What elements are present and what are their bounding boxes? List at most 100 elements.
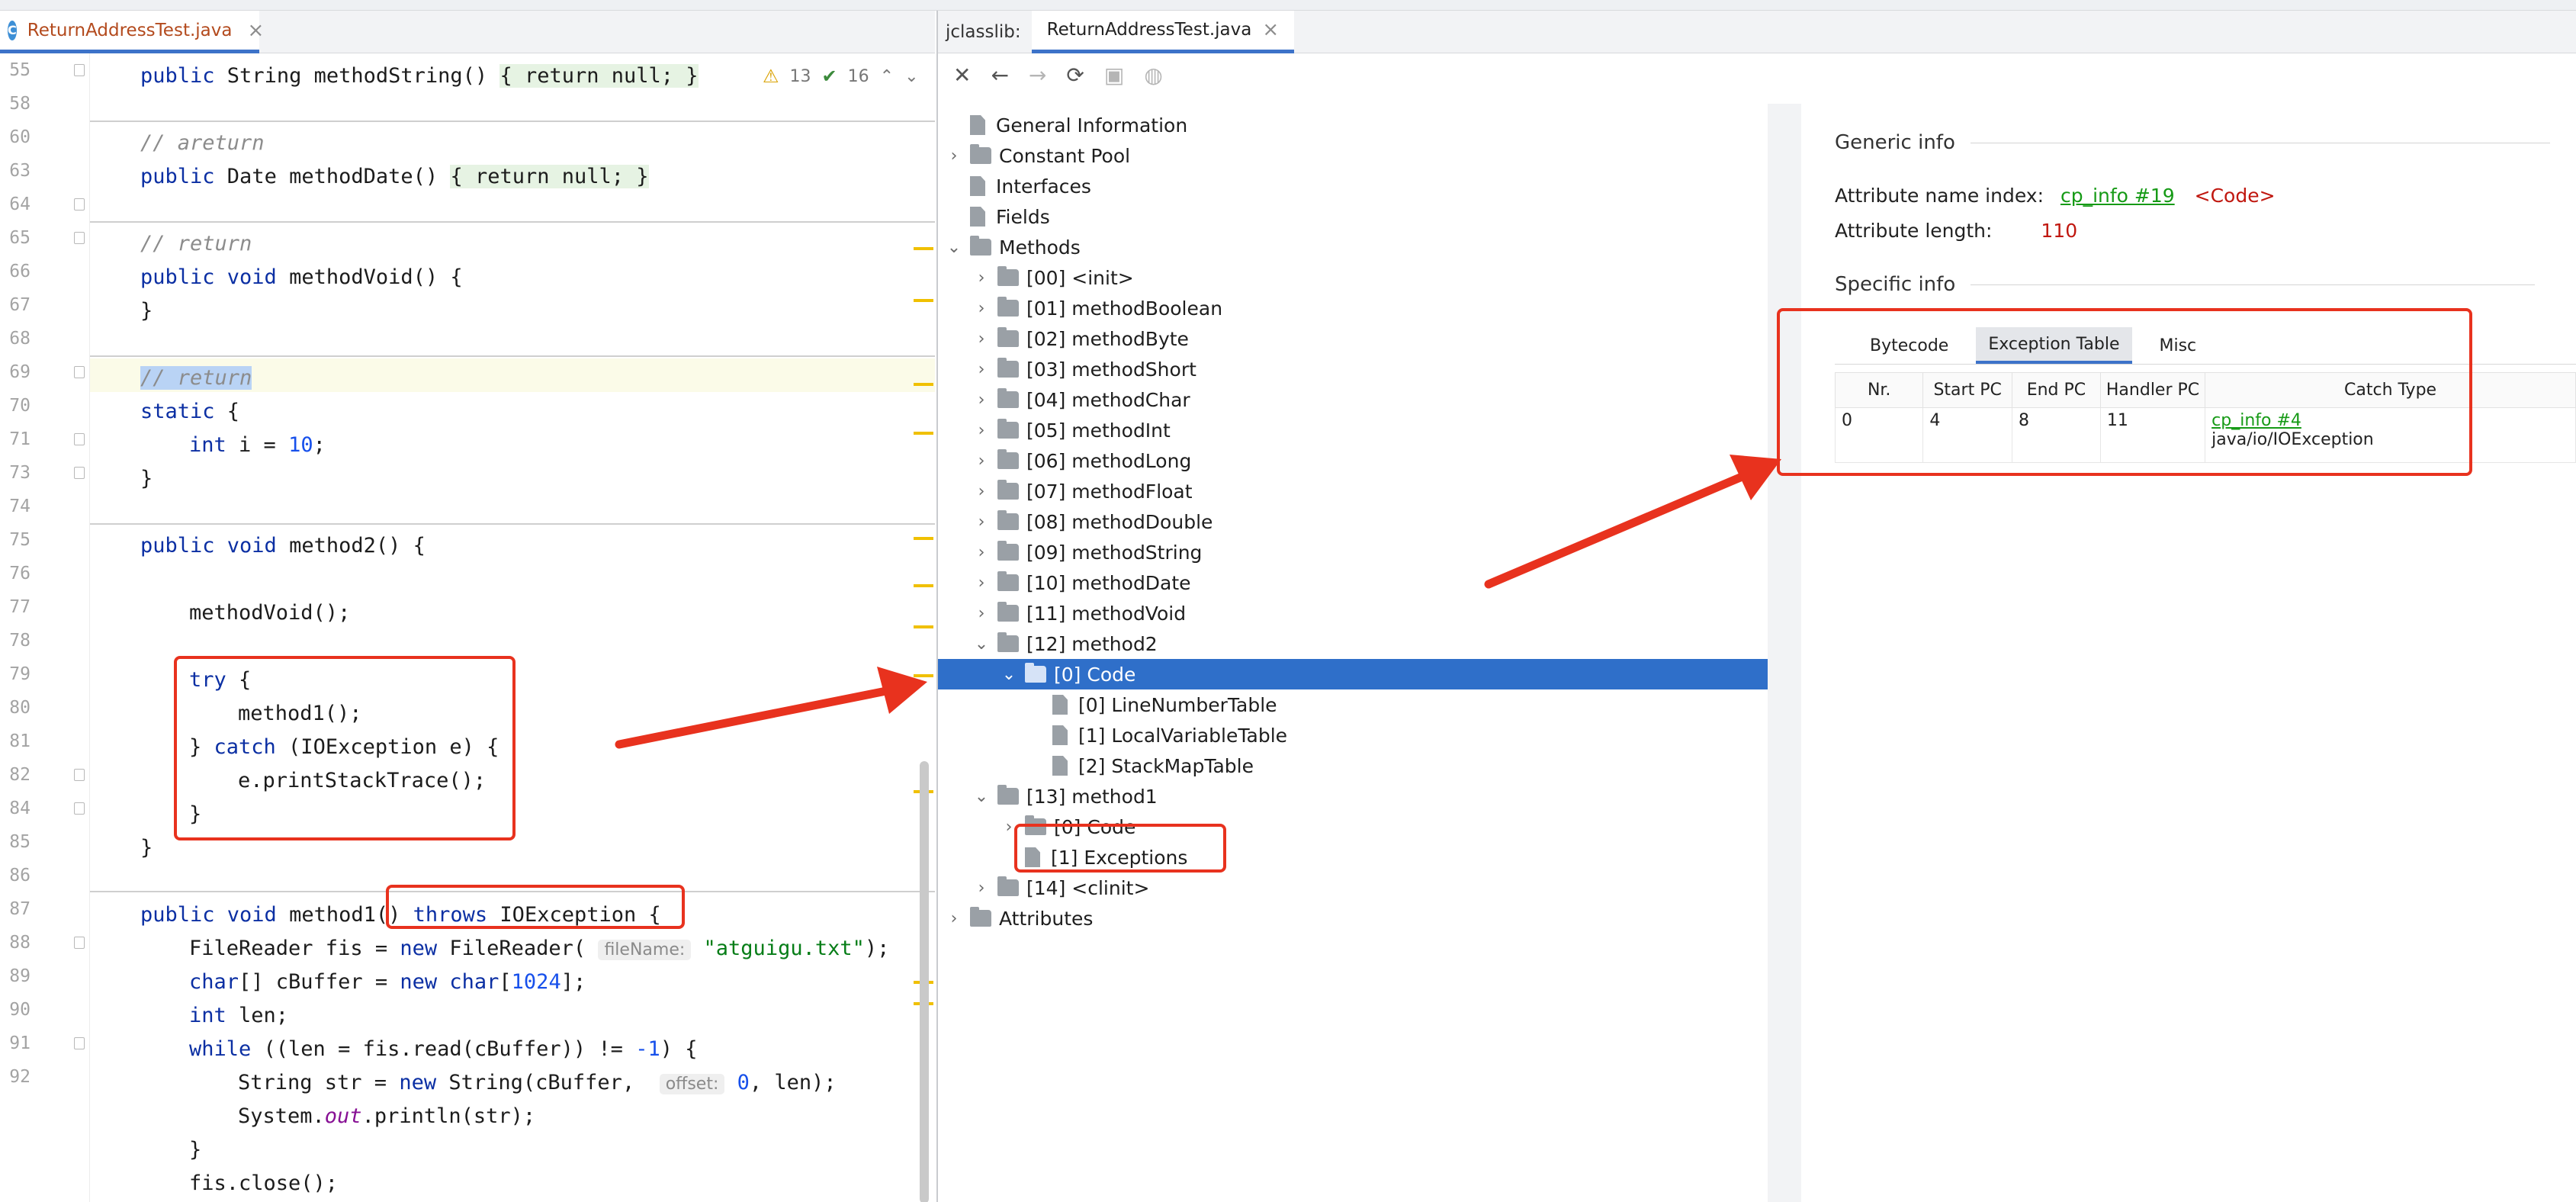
code-line-87[interactable]: while ((len = fis.read(cBuffer)) != -1) … <box>189 1037 698 1071</box>
chevron-right-icon[interactable]: › <box>973 482 990 501</box>
forward-arrow-icon[interactable]: → <box>1029 63 1046 88</box>
code-line-64[interactable]: public void methodVoid() { <box>140 265 463 299</box>
tree-node-constant-pool[interactable]: › Constant Pool <box>946 140 1130 171</box>
close-tab-icon[interactable]: × <box>1262 18 1279 41</box>
chevron-down-icon[interactable]: ⌄ <box>946 238 962 257</box>
code-line-60[interactable]: public Date methodDate() { return null; … <box>140 165 649 198</box>
code-line-65[interactable]: } <box>140 299 153 333</box>
tree-node-method[interactable]: › [11] methodVoid <box>973 598 1186 628</box>
code-line-67[interactable]: // return <box>140 366 252 400</box>
chevron-right-icon[interactable]: › <box>973 329 990 349</box>
error-stripe-marker[interactable] <box>914 537 933 540</box>
tree-node-fields[interactable]: Fields <box>946 201 1050 232</box>
fold-marker-icon[interactable] <box>74 232 85 244</box>
code-line-84[interactable]: FileReader fis = new FileReader( fileNam… <box>189 937 889 970</box>
error-stripe-marker[interactable] <box>914 432 933 435</box>
save-icon[interactable]: ▣ <box>1104 63 1124 88</box>
tree-node-local-variable-table[interactable]: [1] LocalVariableTable <box>1028 720 1287 750</box>
chevron-right-icon[interactable]: › <box>973 268 990 288</box>
chevron-right-icon[interactable]: › <box>973 574 990 593</box>
tree-node-method[interactable]: › [01] methodBoolean <box>973 293 1222 323</box>
code-line-88[interactable]: String str = new String(cBuffer, offset:… <box>238 1071 837 1104</box>
chevron-right-icon[interactable]: › <box>946 909 962 928</box>
close-tab-icon[interactable]: × <box>247 19 264 42</box>
inspection-widget[interactable]: ⚠ 13 ✔ 16 ⌃ ⌄ <box>763 66 919 87</box>
error-stripe-marker[interactable] <box>914 584 933 587</box>
chevron-right-icon[interactable]: › <box>973 421 990 440</box>
jclasslib-tab-returnaddresstest[interactable]: ReturnAddressTest.java × <box>1031 10 1295 53</box>
tree-node-method[interactable]: › [06] methodLong <box>973 445 1191 476</box>
tree-node-method[interactable]: › [04] methodChar <box>973 384 1190 415</box>
chevron-down-icon[interactable]: ⌄ <box>904 67 918 86</box>
fold-marker-icon[interactable] <box>74 198 85 211</box>
code-line-55[interactable]: public String methodString() { return nu… <box>140 64 699 98</box>
code-line-85[interactable]: char[] cBuffer = new char[1024]; <box>189 970 586 1004</box>
code-line-89[interactable]: System.out.println(str); <box>238 1104 535 1138</box>
parameter-hint: fileName: <box>598 940 692 960</box>
tree-node-line-number-table[interactable]: [0] LineNumberTable <box>1028 689 1277 720</box>
code-line-81[interactable]: } <box>140 836 153 869</box>
tree-node-attributes[interactable]: › Attributes <box>946 903 1093 934</box>
code-line-69[interactable]: int i = 10; <box>189 433 326 467</box>
folder-icon <box>1025 663 1046 683</box>
chevron-right-icon[interactable]: › <box>973 513 990 532</box>
code-line-74[interactable]: methodVoid(); <box>189 601 350 635</box>
code-line-72[interactable]: public void method2() { <box>140 534 426 567</box>
chevron-right-icon[interactable]: › <box>973 390 990 410</box>
chevron-right-icon[interactable]: › <box>973 604 990 623</box>
tree-node-method1[interactable]: ⌄ [13] method1 <box>973 781 1158 812</box>
tree-node-method2-code[interactable]: ⌄ [0] Code <box>938 659 1768 689</box>
web-globe-icon[interactable]: ◍ <box>1144 63 1162 88</box>
chevron-right-icon[interactable]: › <box>973 360 990 379</box>
code-line-90[interactable]: } <box>189 1138 201 1171</box>
editor-scrollbar[interactable] <box>920 761 929 1202</box>
error-stripe-marker[interactable] <box>914 674 933 677</box>
chevron-right-icon[interactable]: › <box>973 299 990 318</box>
chevron-down-icon[interactable]: ⌄ <box>973 635 990 654</box>
tree-node-method[interactable]: › [07] methodFloat <box>973 476 1193 506</box>
error-stripe-marker[interactable] <box>914 247 933 250</box>
tree-node-method[interactable]: › [03] methodShort <box>973 354 1196 384</box>
fold-marker-icon[interactable] <box>74 467 85 479</box>
tree-node-method[interactable]: › [02] methodByte <box>973 323 1189 354</box>
chevron-right-icon[interactable]: › <box>946 146 962 166</box>
tree-node-stack-map-table[interactable]: [2] StackMapTable <box>1028 750 1254 781</box>
fold-marker-icon[interactable] <box>74 802 85 815</box>
code-line-70[interactable]: } <box>140 467 153 500</box>
code-line-58[interactable]: // areturn <box>140 131 265 165</box>
refresh-icon[interactable]: ⟳ <box>1066 63 1084 88</box>
editor-tab-returnaddresstest[interactable]: C ReturnAddressTest.java × <box>0 11 264 53</box>
chevron-right-icon[interactable]: › <box>973 543 990 562</box>
tree-node-method[interactable]: › [10] methodDate <box>973 567 1191 598</box>
tree-node-method2[interactable]: ⌄ [12] method2 <box>973 628 1158 659</box>
tree-node-method[interactable]: › [09] methodString <box>973 537 1202 567</box>
back-arrow-icon[interactable]: ← <box>991 63 1008 88</box>
error-stripe-marker[interactable] <box>914 299 933 302</box>
code-line-63[interactable]: // return <box>140 232 252 265</box>
tree-node-interfaces[interactable]: Interfaces <box>946 171 1091 201</box>
fold-marker-icon[interactable] <box>74 366 85 378</box>
chevron-up-icon[interactable]: ⌃ <box>880 67 894 86</box>
tree-node-method[interactable]: › [05] methodInt <box>973 415 1171 445</box>
tree-node-methods[interactable]: ⌄ Methods <box>946 232 1081 262</box>
chevron-down-icon[interactable]: ⌄ <box>973 787 990 806</box>
fold-marker-icon[interactable] <box>74 769 85 781</box>
cp-info-19-link[interactable]: cp_info #19 <box>2060 185 2175 207</box>
code-line-86[interactable]: int len; <box>189 1004 288 1037</box>
error-stripe-marker[interactable] <box>914 625 933 628</box>
fold-marker-icon[interactable] <box>74 64 85 76</box>
error-stripe-marker[interactable] <box>914 383 933 386</box>
fold-marker-icon[interactable] <box>74 937 85 949</box>
fold-marker-icon[interactable] <box>74 1037 85 1049</box>
chevron-right-icon[interactable]: › <box>973 879 990 898</box>
code-line-91[interactable]: fis.close(); <box>189 1171 338 1202</box>
tree-node-method[interactable]: › [08] methodDouble <box>973 506 1213 537</box>
close-icon[interactable]: ✕ <box>953 63 971 88</box>
tree-node-method[interactable]: › [00] <init> <box>973 262 1134 293</box>
fold-marker-icon[interactable] <box>74 433 85 445</box>
tree-node-general[interactable]: General Information <box>946 110 1187 140</box>
chevron-down-icon[interactable]: ⌄ <box>1001 665 1017 684</box>
tree-node-method[interactable]: › [14] <clinit> <box>973 873 1149 903</box>
chevron-right-icon[interactable]: › <box>973 452 990 471</box>
code-line-68[interactable]: static { <box>140 400 239 433</box>
